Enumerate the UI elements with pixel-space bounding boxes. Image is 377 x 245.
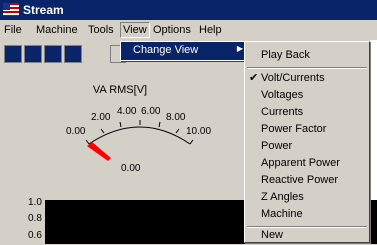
gauge-value: 0.00: [121, 163, 141, 174]
side-panel: [370, 40, 377, 200]
chart-y-label: 0.8: [28, 213, 42, 224]
gauge-needle: [87, 142, 111, 161]
menu-item-machine[interactable]: Machine: [245, 205, 369, 224]
chart-y-label: 1.0: [28, 197, 42, 208]
chart-y-label: 0.6: [28, 230, 42, 241]
menu-item-label: Machine: [261, 208, 303, 220]
change-view-menu-item[interactable]: Change View ▶: [120, 41, 248, 61]
change-view-submenu: Play Back ✔ Volt/Currents Voltages Curre…: [244, 41, 370, 243]
submenu-arrow-icon: ▶: [236, 44, 243, 53]
menu-item-play-back[interactable]: Play Back: [245, 46, 369, 65]
menu-item-new[interactable]: New: [245, 226, 369, 245]
menu-item-label: New: [261, 229, 284, 241]
change-view-label: Change View: [133, 44, 199, 56]
menu-item-label: Play Back: [261, 49, 310, 61]
